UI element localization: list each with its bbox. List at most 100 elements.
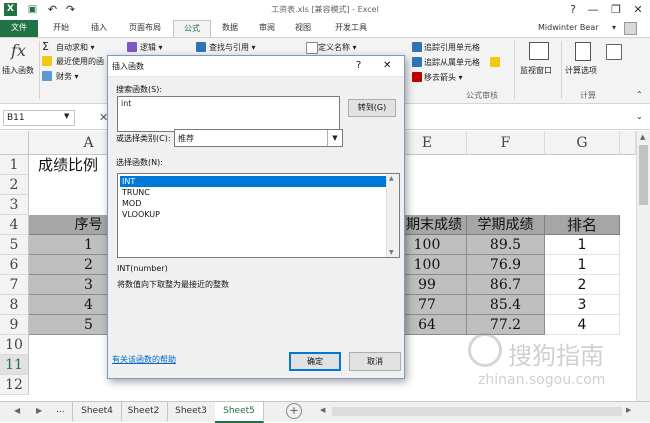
row-header-selected[interactable]: 11	[0, 355, 29, 375]
group-label-formula-audit: 公式审核	[466, 91, 498, 100]
tab-developer[interactable]: 开发工具	[326, 20, 376, 37]
lookup-button[interactable]: 查找与引用 ▾	[209, 42, 256, 53]
sheet-tab-sheet5[interactable]: Sheet5	[215, 402, 264, 423]
formula-input[interactable]	[406, 110, 628, 126]
tab-insert[interactable]: 插入	[82, 20, 116, 37]
list-scrollbar[interactable]: ▲ ▼	[386, 174, 399, 257]
tab-formulas[interactable]: 公式	[173, 20, 211, 38]
recent-functions-button[interactable]: 最近使用的函	[56, 56, 104, 67]
horizontal-scrollbar[interactable]	[332, 407, 622, 416]
avatar[interactable]	[624, 22, 637, 35]
column-header-empty[interactable]	[620, 131, 636, 155]
insert-function-button[interactable]: fx 插入函数	[2, 41, 38, 81]
add-sheet-icon[interactable]: +	[286, 403, 302, 419]
collapse-ribbon-icon[interactable]: ⌃	[636, 90, 643, 99]
list-item[interactable]: MOD	[120, 198, 386, 209]
tab-view[interactable]: 视图	[286, 20, 320, 37]
sheet-more-icon[interactable]: ...	[56, 405, 65, 415]
recent-functions-icon	[42, 56, 52, 66]
tab-review[interactable]: 审阅	[250, 20, 284, 37]
column-header-f[interactable]: F	[467, 131, 545, 155]
select-function-label: 选择函数(N):	[116, 158, 163, 167]
trace-dependents-button[interactable]: 追踪从属单元格	[424, 57, 480, 68]
sheet-next-icon[interactable]: ▶	[36, 406, 42, 415]
define-name-icon	[306, 42, 318, 54]
scroll-up-icon[interactable]: ▲	[640, 133, 645, 141]
remove-arrows-button[interactable]: 移去箭头 ▾	[424, 72, 463, 83]
vertical-scrollbar[interactable]: ▲	[636, 131, 650, 401]
row-header[interactable]: 4	[0, 215, 29, 235]
trace-precedents-button[interactable]: 追踪引用单元格	[424, 42, 480, 53]
dialog-close-button[interactable]: ✕	[383, 60, 391, 71]
trace-dependents-icon	[412, 57, 422, 67]
row-header[interactable]: 9	[0, 315, 29, 335]
list-item[interactable]: TRUNC	[120, 187, 386, 198]
row-header[interactable]: 5	[0, 235, 29, 255]
header-cell-term[interactable]: 学期成绩	[467, 215, 545, 235]
cell-term[interactable]: 76.9	[467, 255, 545, 275]
sheet-tab-sheet2[interactable]: Sheet2	[120, 402, 168, 421]
logical-button[interactable]: 逻辑 ▾	[140, 42, 163, 53]
sheet-tab-sheet3[interactable]: Sheet3	[167, 402, 216, 421]
sheet-tab-bar: ◀ ▶ ... Sheet4 Sheet2 Sheet3 Sheet5 + ◀ …	[0, 401, 650, 423]
title-cell[interactable]: 成绩比例	[38, 155, 98, 175]
dialog-title-bar: 插入函数 ? ✕	[108, 56, 404, 77]
hscroll-right-icon[interactable]: ▶	[626, 406, 631, 414]
list-item[interactable]: VLOOKUP	[120, 209, 386, 220]
column-header-g[interactable]: G	[545, 131, 620, 155]
tab-home[interactable]: 开始	[44, 20, 78, 37]
cell-term[interactable]: 86.7	[467, 275, 545, 295]
define-name-button[interactable]: 定义名称 ▾	[318, 42, 357, 53]
watch-window-button[interactable]: 监视窗口	[518, 41, 560, 81]
cell-rank[interactable]: 4	[545, 315, 620, 335]
expand-formula-icon[interactable]: ⌄	[636, 112, 643, 121]
tab-file[interactable]: 文件	[0, 20, 38, 37]
dialog-help-button[interactable]: ?	[356, 60, 361, 71]
cell-term[interactable]: 77.2	[467, 315, 545, 335]
tab-page-layout[interactable]: 页面布局	[120, 20, 170, 37]
function-help-link[interactable]: 有关该函数的帮助	[112, 354, 176, 365]
cell-rank[interactable]: 1	[545, 235, 620, 255]
go-button[interactable]: 转到(G)	[348, 99, 396, 117]
calc-now-icon[interactable]	[606, 44, 622, 60]
sheet-tab-sheet4[interactable]: Sheet4	[72, 402, 122, 421]
hscroll-left-icon[interactable]: ◀	[320, 406, 325, 414]
user-name[interactable]: Midwinter Bear	[538, 20, 599, 36]
cell-rank[interactable]: 1	[545, 255, 620, 275]
sheet-prev-icon[interactable]: ◀	[14, 406, 20, 415]
list-scroll-up-icon[interactable]: ▲	[389, 175, 394, 182]
row-header[interactable]: 3	[0, 195, 29, 215]
row-header[interactable]: 12	[0, 375, 29, 395]
autosum-button[interactable]: 自动求和 ▾	[56, 42, 95, 53]
header-cell-rank[interactable]: 排名	[545, 215, 620, 235]
cell-term[interactable]: 89.5	[467, 235, 545, 255]
scroll-thumb[interactable]	[639, 145, 648, 205]
calc-options-label: 计算选项	[565, 66, 597, 75]
financial-button[interactable]: 财务 ▾	[56, 71, 79, 82]
search-input[interactable]: int	[117, 96, 340, 132]
row-header[interactable]: 8	[0, 295, 29, 315]
cell-term[interactable]: 85.4	[467, 295, 545, 315]
select-all-corner[interactable]	[0, 131, 29, 155]
ok-button[interactable]: 确定	[289, 352, 341, 371]
cancel-button[interactable]: 取消	[349, 352, 401, 371]
name-box-dropdown-icon[interactable]: ▼	[64, 112, 69, 120]
function-fx-icon: fx	[11, 41, 26, 60]
row-header[interactable]: 2	[0, 175, 29, 195]
category-select[interactable]: 推荐 ▼	[174, 129, 343, 147]
row-header[interactable]: 6	[0, 255, 29, 275]
row-header[interactable]: 7	[0, 275, 29, 295]
calc-options-button[interactable]: 计算选项	[563, 41, 603, 81]
cell-rank[interactable]: 3	[545, 295, 620, 315]
group-label-calculation: 计算	[580, 91, 596, 100]
list-scroll-down-icon[interactable]: ▼	[389, 249, 394, 256]
remove-arrows-icon	[412, 72, 422, 82]
row-header[interactable]: 1	[0, 155, 29, 175]
tab-data[interactable]: 数据	[213, 20, 247, 37]
close-button[interactable]: ✕	[625, 0, 650, 20]
list-item-selected[interactable]: INT	[119, 175, 387, 188]
cell-rank[interactable]: 2	[545, 275, 620, 295]
function-list[interactable]: INT TRUNC MOD VLOOKUP ▲ ▼	[117, 173, 400, 258]
user-arrow-icon[interactable]: ▾	[612, 20, 616, 36]
row-header[interactable]: 10	[0, 335, 29, 355]
